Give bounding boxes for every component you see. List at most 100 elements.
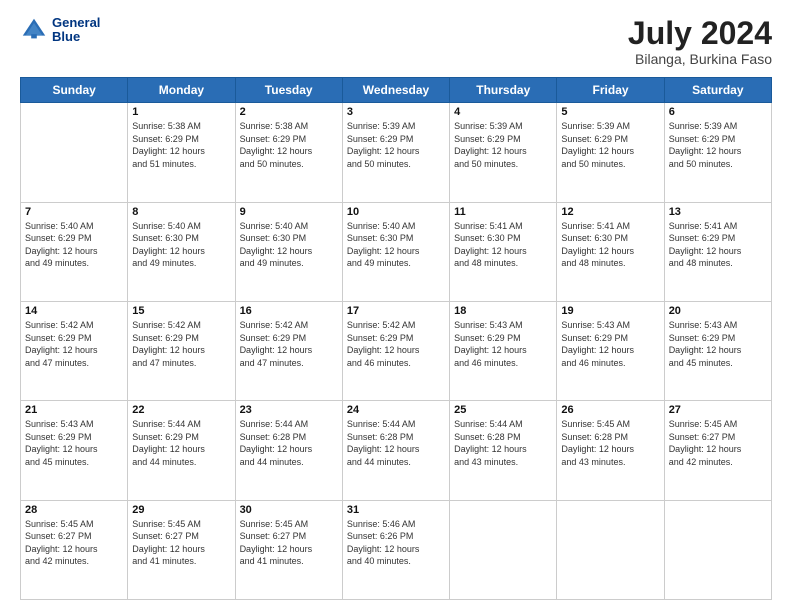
week-row-3: 14 Sunrise: 5:42 AM Sunset: 6:29 PM Dayli…	[21, 301, 772, 400]
day-info: Sunrise: 5:43 AM Sunset: 6:29 PM Dayligh…	[561, 319, 659, 369]
day-number: 8	[132, 206, 230, 218]
calendar-cell: 1 Sunrise: 5:38 AM Sunset: 6:29 PM Daylig…	[128, 103, 235, 202]
calendar-cell: 25 Sunrise: 5:44 AM Sunset: 6:28 PM Dayli…	[450, 401, 557, 500]
day-number: 2	[240, 106, 338, 118]
day-info: Sunrise: 5:41 AM Sunset: 6:30 PM Dayligh…	[454, 220, 552, 270]
day-number: 11	[454, 206, 552, 218]
day-info: Sunrise: 5:40 AM Sunset: 6:30 PM Dayligh…	[132, 220, 230, 270]
calendar-cell: 7Sunrise: 5:40 AM Sunset: 6:29 PM Daylig…	[21, 202, 128, 301]
logo-line2: Blue	[52, 30, 100, 44]
day-info: Sunrise: 5:42 AM Sunset: 6:29 PM Dayligh…	[132, 319, 230, 369]
day-number: 3	[347, 106, 445, 118]
day-info: Sunrise: 5:39 AM Sunset: 6:29 PM Dayligh…	[347, 120, 445, 170]
weekday-header-sunday: Sunday	[21, 78, 128, 103]
calendar-cell: 20Sunrise: 5:43 AM Sunset: 6:29 PM Dayli…	[664, 301, 771, 400]
calendar-cell: 11 Sunrise: 5:41 AM Sunset: 6:30 PM Dayli…	[450, 202, 557, 301]
day-info: Sunrise: 5:40 AM Sunset: 6:30 PM Dayligh…	[347, 220, 445, 270]
day-number: 30	[240, 504, 338, 516]
day-number: 14	[25, 305, 123, 317]
day-info: Sunrise: 5:46 AM Sunset: 6:26 PM Dayligh…	[347, 518, 445, 568]
day-info: Sunrise: 5:45 AM Sunset: 6:27 PM Dayligh…	[669, 418, 767, 468]
day-info: Sunrise: 5:42 AM Sunset: 6:29 PM Dayligh…	[347, 319, 445, 369]
calendar-table: SundayMondayTuesdayWednesdayThursdayFrid…	[20, 77, 772, 600]
calendar-cell: 8 Sunrise: 5:40 AM Sunset: 6:30 PM Daylig…	[128, 202, 235, 301]
calendar-cell: 18 Sunrise: 5:43 AM Sunset: 6:29 PM Dayli…	[450, 301, 557, 400]
day-info: Sunrise: 5:39 AM Sunset: 6:29 PM Dayligh…	[561, 120, 659, 170]
weekday-header-saturday: Saturday	[664, 78, 771, 103]
sub-title: Bilanga, Burkina Faso	[628, 51, 772, 67]
day-info: Sunrise: 5:44 AM Sunset: 6:28 PM Dayligh…	[454, 418, 552, 468]
calendar-cell: 15Sunrise: 5:42 AM Sunset: 6:29 PM Dayli…	[128, 301, 235, 400]
calendar-cell: 6Sunrise: 5:39 AM Sunset: 6:29 PM Daylig…	[664, 103, 771, 202]
week-row-1: 1 Sunrise: 5:38 AM Sunset: 6:29 PM Daylig…	[21, 103, 772, 202]
calendar-cell: 10 Sunrise: 5:40 AM Sunset: 6:30 PM Dayli…	[342, 202, 449, 301]
calendar-cell: 19 Sunrise: 5:43 AM Sunset: 6:29 PM Dayli…	[557, 301, 664, 400]
weekday-header-row: SundayMondayTuesdayWednesdayThursdayFrid…	[21, 78, 772, 103]
day-number: 19	[561, 305, 659, 317]
calendar-cell: 12 Sunrise: 5:41 AM Sunset: 6:30 PM Dayli…	[557, 202, 664, 301]
day-number: 5	[561, 106, 659, 118]
day-number: 9	[240, 206, 338, 218]
day-number: 28	[25, 504, 123, 516]
calendar-cell: 28 Sunrise: 5:45 AM Sunset: 6:27 PM Dayli…	[21, 500, 128, 599]
weekday-header-monday: Monday	[128, 78, 235, 103]
day-number: 10	[347, 206, 445, 218]
logo: General Blue	[20, 16, 100, 45]
calendar-cell: 13 Sunrise: 5:41 AM Sunset: 6:29 PM Dayli…	[664, 202, 771, 301]
day-number: 24	[347, 404, 445, 416]
weekday-header-friday: Friday	[557, 78, 664, 103]
day-info: Sunrise: 5:45 AM Sunset: 6:27 PM Dayligh…	[25, 518, 123, 568]
day-info: Sunrise: 5:39 AM Sunset: 6:29 PM Dayligh…	[454, 120, 552, 170]
day-number: 27	[669, 404, 767, 416]
day-info: Sunrise: 5:43 AM Sunset: 6:29 PM Dayligh…	[454, 319, 552, 369]
calendar-cell: 23 Sunrise: 5:44 AM Sunset: 6:28 PM Dayli…	[235, 401, 342, 500]
calendar-cell	[21, 103, 128, 202]
day-info: Sunrise: 5:44 AM Sunset: 6:29 PM Dayligh…	[132, 418, 230, 468]
day-number: 12	[561, 206, 659, 218]
day-number: 13	[669, 206, 767, 218]
day-info: Sunrise: 5:43 AM Sunset: 6:29 PM Dayligh…	[25, 418, 123, 468]
day-number: 7	[25, 206, 123, 218]
day-number: 23	[240, 404, 338, 416]
calendar-cell: 2 Sunrise: 5:38 AM Sunset: 6:29 PM Daylig…	[235, 103, 342, 202]
calendar-cell	[450, 500, 557, 599]
calendar-cell	[664, 500, 771, 599]
day-info: Sunrise: 5:41 AM Sunset: 6:30 PM Dayligh…	[561, 220, 659, 270]
day-number: 4	[454, 106, 552, 118]
page: General Blue July 2024 Bilanga, Burkina …	[0, 0, 792, 612]
day-info: Sunrise: 5:41 AM Sunset: 6:29 PM Dayligh…	[669, 220, 767, 270]
day-info: Sunrise: 5:45 AM Sunset: 6:27 PM Dayligh…	[132, 518, 230, 568]
calendar-cell: 30 Sunrise: 5:45 AM Sunset: 6:27 PM Dayli…	[235, 500, 342, 599]
day-number: 17	[347, 305, 445, 317]
title-block: July 2024 Bilanga, Burkina Faso	[628, 16, 772, 67]
day-number: 18	[454, 305, 552, 317]
day-info: Sunrise: 5:38 AM Sunset: 6:29 PM Dayligh…	[132, 120, 230, 170]
day-number: 1	[132, 106, 230, 118]
weekday-header-tuesday: Tuesday	[235, 78, 342, 103]
week-row-4: 21 Sunrise: 5:43 AM Sunset: 6:29 PM Dayli…	[21, 401, 772, 500]
main-title: July 2024	[628, 16, 772, 51]
day-number: 29	[132, 504, 230, 516]
day-info: Sunrise: 5:42 AM Sunset: 6:29 PM Dayligh…	[25, 319, 123, 369]
day-info: Sunrise: 5:45 AM Sunset: 6:27 PM Dayligh…	[240, 518, 338, 568]
day-number: 31	[347, 504, 445, 516]
calendar-cell: 22Sunrise: 5:44 AM Sunset: 6:29 PM Dayli…	[128, 401, 235, 500]
week-row-2: 7Sunrise: 5:40 AM Sunset: 6:29 PM Daylig…	[21, 202, 772, 301]
day-number: 25	[454, 404, 552, 416]
calendar-cell: 16Sunrise: 5:42 AM Sunset: 6:29 PM Dayli…	[235, 301, 342, 400]
header: General Blue July 2024 Bilanga, Burkina …	[20, 16, 772, 67]
calendar-cell: 21 Sunrise: 5:43 AM Sunset: 6:29 PM Dayli…	[21, 401, 128, 500]
calendar-cell: 24Sunrise: 5:44 AM Sunset: 6:28 PM Dayli…	[342, 401, 449, 500]
day-info: Sunrise: 5:38 AM Sunset: 6:29 PM Dayligh…	[240, 120, 338, 170]
calendar-cell	[557, 500, 664, 599]
calendar-cell: 29 Sunrise: 5:45 AM Sunset: 6:27 PM Dayli…	[128, 500, 235, 599]
day-info: Sunrise: 5:44 AM Sunset: 6:28 PM Dayligh…	[240, 418, 338, 468]
day-number: 16	[240, 305, 338, 317]
calendar-cell: 27 Sunrise: 5:45 AM Sunset: 6:27 PM Dayli…	[664, 401, 771, 500]
day-number: 21	[25, 404, 123, 416]
calendar-cell: 9Sunrise: 5:40 AM Sunset: 6:30 PM Daylig…	[235, 202, 342, 301]
week-row-5: 28 Sunrise: 5:45 AM Sunset: 6:27 PM Dayli…	[21, 500, 772, 599]
calendar-cell: 5 Sunrise: 5:39 AM Sunset: 6:29 PM Daylig…	[557, 103, 664, 202]
day-info: Sunrise: 5:43 AM Sunset: 6:29 PM Dayligh…	[669, 319, 767, 369]
logo-icon	[20, 16, 48, 44]
